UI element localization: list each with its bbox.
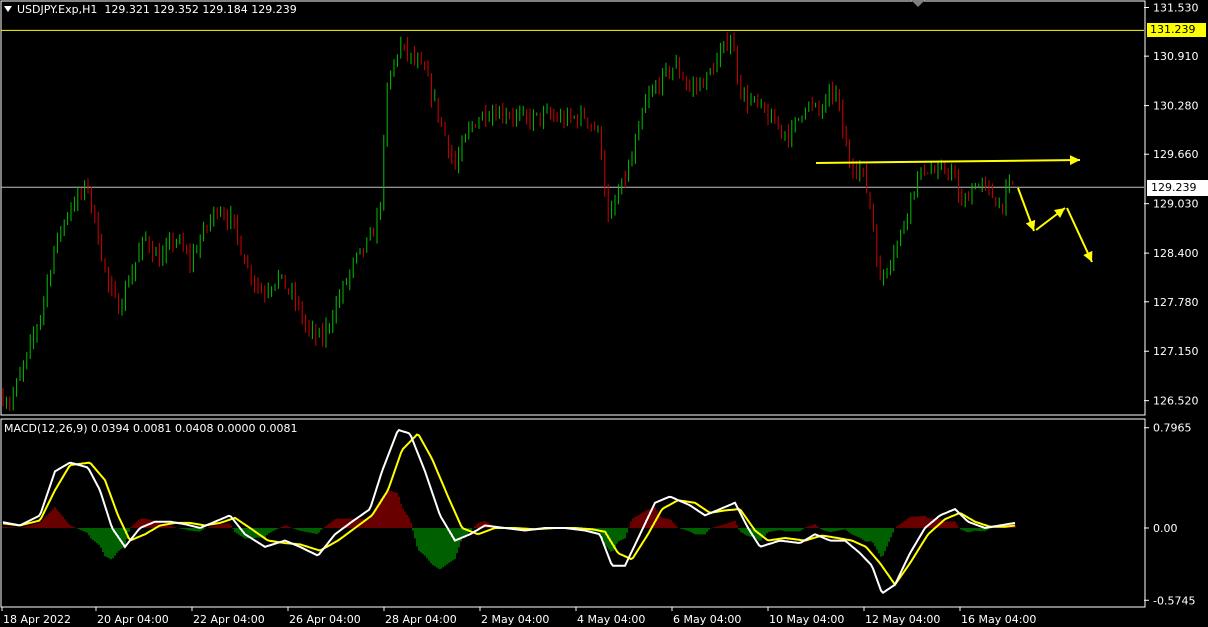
macd-tick-label: -0.5745 [1153, 594, 1195, 607]
time-tick-label: 26 Apr 04:00 [289, 613, 361, 626]
time-tick-label: 6 May 04:00 [673, 613, 741, 626]
symbol-header: USDJPY.Exp,H1 129.321 129.352 129.184 12… [4, 3, 297, 16]
chart-canvas: 131.530 130.910 130.280 129.660 129.030 128.4… [0, 0, 1208, 627]
price-tick-label: 130.910 [1153, 50, 1199, 63]
time-tick-label: 28 Apr 04:00 [385, 613, 457, 626]
dropdown-triangle-icon[interactable] [4, 6, 12, 12]
time-tick-label: 4 May 04:00 [577, 613, 645, 626]
price-tick-label: 130.280 [1153, 100, 1199, 113]
price-tick-label: 129.030 [1153, 198, 1199, 211]
time-tick-label: 20 Apr 04:00 [97, 613, 169, 626]
current-price-tag: 129.239 [1147, 180, 1208, 197]
time-tick-label: 22 Apr 04:00 [193, 613, 265, 626]
time-tick-label: 16 May 04:00 [961, 613, 1036, 626]
time-tick-label: 2 May 04:00 [481, 613, 549, 626]
macd-tick-label: 0.7965 [1153, 422, 1192, 435]
price-tick-label: 131.530 [1153, 1, 1199, 14]
price-tick-label: 128.400 [1153, 247, 1199, 260]
price-tick-label: 126.520 [1153, 395, 1199, 408]
price-tick-label: 127.150 [1153, 345, 1199, 358]
macd-tick-label: 0.00 [1153, 522, 1178, 535]
high-price-tag: 131.239 [1147, 23, 1206, 38]
macd-header: MACD(12,26,9) 0.0394 0.0081 0.0408 0.000… [4, 422, 298, 435]
time-tick-label: 18 Apr 2022 [3, 613, 71, 626]
time-tick-label: 10 May 04:00 [769, 613, 844, 626]
ohlc-values: 129.321 129.352 129.184 129.239 [104, 3, 297, 16]
price-tick-label: 129.660 [1153, 148, 1199, 161]
time-tick-label: 12 May 04:00 [865, 613, 940, 626]
symbol-label: USDJPY.Exp,H1 [17, 3, 98, 16]
price-tick-label: 127.780 [1153, 296, 1199, 309]
